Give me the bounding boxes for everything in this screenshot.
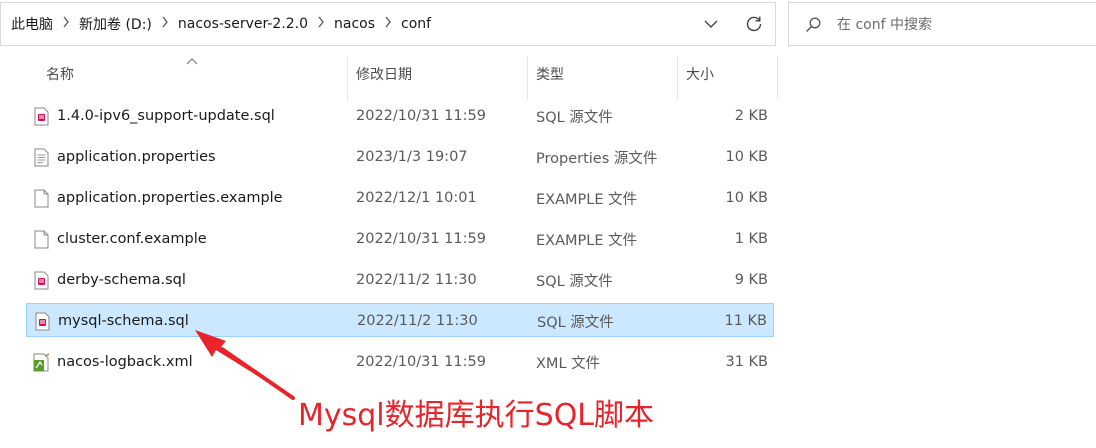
- file-size: 1 KB: [734, 231, 768, 247]
- file-modified: 2022/10/31 11:59: [356, 354, 486, 370]
- file-size: 9 KB: [734, 272, 768, 288]
- file-type: SQL 源文件: [536, 273, 613, 290]
- file-modified: 2022/11/2 11:30: [357, 313, 478, 329]
- file-modified: 2023/1/3 19:07: [356, 149, 468, 165]
- file-row[interactable]: application.properties.example 2022/12/1…: [26, 181, 774, 215]
- chevron-right-icon[interactable]: [375, 16, 401, 32]
- file-name: nacos-logback.xml: [57, 354, 193, 370]
- file-type: EXAMPLE 文件: [536, 191, 638, 208]
- sort-ascending-icon: [186, 58, 198, 65]
- sql-file-icon: [32, 99, 50, 133]
- file-row[interactable]: application.properties 2023/1/3 19:07 Pr…: [26, 140, 774, 174]
- chevron-right-icon[interactable]: [53, 16, 79, 32]
- chevron-down-icon: [704, 20, 718, 28]
- file-modified: 2022/12/1 10:01: [356, 190, 477, 206]
- file-name: application.properties.example: [57, 190, 283, 206]
- breadcrumb-conf[interactable]: conf: [401, 16, 431, 32]
- address-bar[interactable]: 此电脑 新加卷 (D:) nacos-server-2.2.0 nacos co…: [0, 2, 776, 46]
- search-icon: [806, 17, 821, 32]
- column-divider[interactable]: [347, 56, 348, 100]
- column-divider[interactable]: [777, 56, 778, 100]
- file-type: EXAMPLE 文件: [536, 232, 638, 249]
- column-header-modified[interactable]: 修改日期: [356, 56, 412, 92]
- file-row[interactable]: cluster.conf.example 2022/10/31 11:59 EX…: [26, 222, 774, 256]
- breadcrumb: 此电脑 新加卷 (D:) nacos-server-2.2.0 nacos co…: [11, 3, 431, 45]
- sql-file-icon: [33, 304, 51, 338]
- file-row-selected[interactable]: mysql-schema.sql 2022/11/2 11:30 SQL 源文件…: [26, 303, 774, 337]
- file-row[interactable]: 1.4.0-ipv6_support-update.sql 2022/10/31…: [26, 99, 774, 133]
- search-box[interactable]: [788, 2, 1096, 46]
- breadcrumb-this-pc[interactable]: 此电脑: [11, 14, 53, 34]
- chevron-right-icon[interactable]: [308, 16, 334, 32]
- file-row[interactable]: derby-schema.sql 2022/11/2 11:30 SQL 源文件…: [26, 263, 774, 297]
- file-size: 11 KB: [724, 313, 767, 329]
- address-dropdown-button[interactable]: [698, 11, 724, 37]
- file-name: cluster.conf.example: [57, 231, 207, 247]
- file-size: 10 KB: [725, 190, 768, 206]
- file-modified: 2022/10/31 11:59: [356, 231, 486, 247]
- file-type: SQL 源文件: [536, 109, 613, 126]
- file-name: 1.4.0-ipv6_support-update.sql: [57, 108, 275, 124]
- column-header-size[interactable]: 大小: [686, 56, 714, 92]
- file-type: XML 文件: [536, 355, 601, 372]
- column-header-type[interactable]: 类型: [536, 56, 564, 92]
- file-size: 2 KB: [734, 108, 768, 124]
- file-name: derby-schema.sql: [57, 272, 186, 288]
- breadcrumb-drive-d[interactable]: 新加卷 (D:): [79, 14, 152, 34]
- file-modified: 2022/10/31 11:59: [356, 108, 486, 124]
- sql-file-icon: [32, 263, 50, 297]
- file-modified: 2022/11/2 11:30: [356, 272, 477, 288]
- column-header-name[interactable]: 名称: [46, 56, 74, 92]
- file-row[interactable]: nacos-logback.xml 2022/10/31 11:59 XML 文…: [26, 345, 774, 379]
- file-size: 31 KB: [725, 354, 768, 370]
- file-name: mysql-schema.sql: [58, 313, 189, 329]
- properties-file-icon: [32, 140, 50, 174]
- search-input[interactable]: [837, 14, 1077, 36]
- file-type: SQL 源文件: [537, 314, 614, 331]
- column-divider[interactable]: [677, 56, 678, 100]
- blank-file-icon: [32, 222, 50, 256]
- breadcrumb-nacos[interactable]: nacos: [334, 16, 375, 32]
- file-size: 10 KB: [725, 149, 768, 165]
- annotation-label: Mysql数据库执行SQL脚本: [298, 398, 655, 433]
- file-type: Properties 源文件: [536, 150, 658, 167]
- file-name: application.properties: [57, 149, 216, 165]
- breadcrumb-nacos-server[interactable]: nacos-server-2.2.0: [178, 16, 308, 32]
- refresh-button[interactable]: [741, 11, 767, 37]
- column-divider[interactable]: [527, 56, 528, 100]
- refresh-icon: [746, 16, 762, 32]
- xml-file-icon: [32, 345, 50, 379]
- blank-file-icon: [32, 181, 50, 215]
- chevron-right-icon[interactable]: [152, 16, 178, 32]
- column-header-row: 名称 修改日期 类型 大小: [0, 56, 780, 100]
